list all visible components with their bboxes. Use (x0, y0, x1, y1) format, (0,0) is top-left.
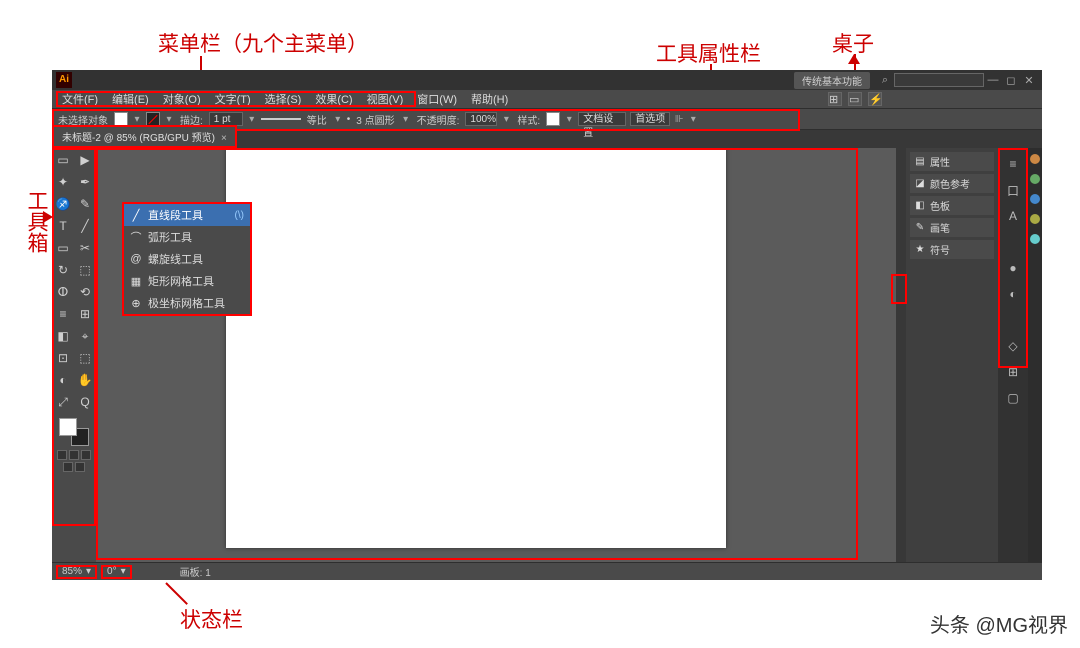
app-logo: Ai (56, 72, 72, 88)
minimize-icon[interactable]: — (984, 74, 1002, 86)
panel-item[interactable]: ★符号 (910, 240, 994, 259)
flyout-item[interactable]: ⊕极坐标网格工具 (124, 292, 250, 314)
anno-statusbar: 状态栏 (180, 604, 243, 634)
gpu-icon[interactable]: ⚡ (868, 92, 882, 106)
watermark: 头条 @MG视界 (930, 609, 1068, 638)
toolbox: ▭▶✦✒♐✎T╱▭✂↻⬚ⵀ⟲≡⊞◧⌖⊡⬚◐✋⤢Q (52, 148, 96, 562)
statusbar: 85% ▾ 0° ▾ 画板: 1 (52, 562, 1042, 580)
anno-highlight-menubar (56, 91, 416, 107)
flyout-item[interactable]: ▦矩形网格工具 (124, 270, 250, 292)
zoom-level[interactable]: 85% ▾ (56, 565, 97, 579)
mini-dock-dot[interactable] (1030, 174, 1040, 184)
panel-item[interactable]: ◧色板 (910, 196, 994, 215)
illustrator-window: Ai 传统基本功能 ⌕ — ◻ ✕ 文件(F) 编辑(E) 对象(O) 文字(T… (52, 70, 1042, 580)
icon-dock: ≡口A●◐◇⊞▢ (998, 148, 1028, 562)
artboard[interactable] (226, 148, 726, 548)
stock-search-input[interactable] (894, 73, 984, 87)
menu-window[interactable]: 窗口(W) (411, 91, 463, 107)
tool-flyout: ╱直线段工具(\)⌒弧形工具@螺旋线工具▦矩形网格工具⊕极坐标网格工具 (122, 202, 252, 316)
flyout-item[interactable]: ╱直线段工具(\) (124, 204, 250, 226)
bridge-icon[interactable]: ⊞ (828, 92, 842, 106)
mini-dock-dot[interactable] (1030, 154, 1040, 164)
panel-item[interactable]: ✎画笔 (910, 218, 994, 237)
color-chips[interactable] (59, 418, 89, 446)
document-tab[interactable]: 未标题-2 @ 85% (RGB/GPU 预览)× (52, 125, 237, 148)
mini-dock-dot[interactable] (1030, 214, 1040, 224)
panel-item[interactable]: ◪颜色参考 (910, 174, 994, 193)
titlebar: Ai 传统基本功能 ⌕ — ◻ ✕ (52, 70, 1042, 90)
flyout-item[interactable]: ⌒弧形工具 (124, 226, 250, 248)
arrange-icon[interactable]: ▭ (848, 92, 862, 106)
dock-icon[interactable]: ▢ (1003, 388, 1023, 408)
panels-column: ▤属性 ◪颜色参考 ◧色板 ✎画笔 ★符号 (906, 148, 998, 562)
search-icon[interactable]: ⌕ (876, 74, 894, 87)
anno-propbar: 工具属性栏 (656, 38, 761, 68)
menu-help[interactable]: 帮助(H) (465, 91, 514, 107)
flyout-item[interactable]: @螺旋线工具 (124, 248, 250, 270)
document-tabs: 未标题-2 @ 85% (RGB/GPU 预览)× (52, 130, 1042, 148)
anno-menubar: 菜单栏（九个主菜单） (158, 28, 368, 58)
panel-item[interactable]: ▤属性 (910, 152, 994, 171)
anno-highlight-slider (891, 274, 907, 304)
anno-highlight-dock (998, 148, 1028, 368)
close-tab-icon[interactable]: × (221, 133, 227, 144)
rotation-level[interactable]: 0° ▾ (101, 565, 132, 579)
mini-dock-dot[interactable] (1030, 194, 1040, 204)
panel-collapse-edge[interactable] (896, 148, 906, 562)
fg-color-chip[interactable] (59, 418, 77, 436)
artboard-nav[interactable]: 画板: 1 (180, 564, 211, 579)
menubar: 文件(F) 编辑(E) 对象(O) 文字(T) 选择(S) 效果(C) 视图(V… (52, 90, 1042, 108)
maximize-icon[interactable]: ◻ (1002, 74, 1020, 87)
mini-dock (1028, 148, 1042, 562)
anno-highlight-toolbox (52, 148, 96, 526)
close-icon[interactable]: ✕ (1020, 74, 1038, 87)
workspace-switcher[interactable]: 传统基本功能 (794, 72, 870, 89)
mini-dock-dot[interactable] (1030, 234, 1040, 244)
